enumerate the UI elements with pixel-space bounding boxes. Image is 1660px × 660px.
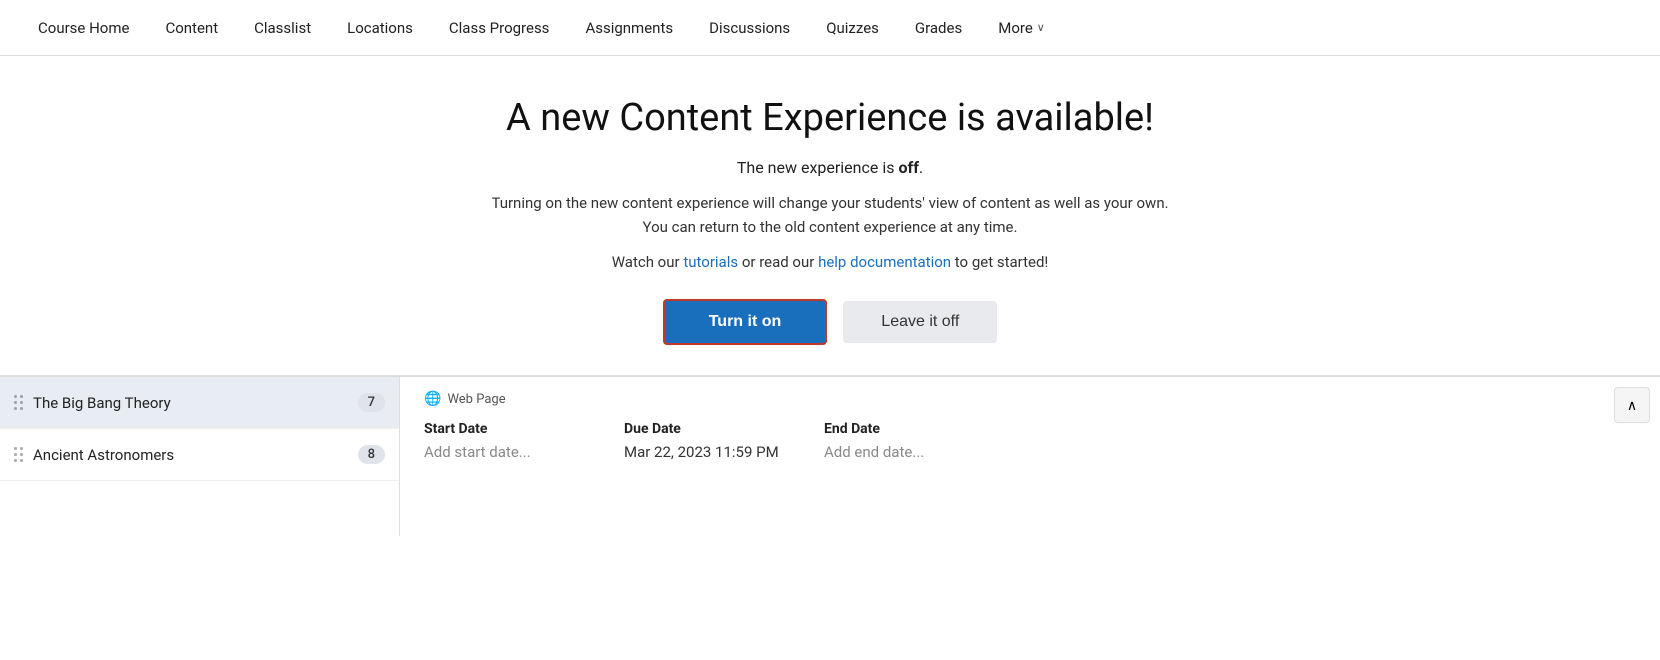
banner-title: A new Content Experience is available! [506, 96, 1154, 140]
content-detail-pane: 🌐 Web Page Start Date Add start date... … [400, 377, 1660, 536]
dates-row: Start Date Add start date... Due Date Ma… [424, 421, 1636, 461]
tutorials-link[interactable]: tutorials [683, 253, 738, 271]
sidebar-item-name: The Big Bang Theory [33, 394, 348, 412]
nav-class-progress[interactable]: Class Progress [431, 0, 568, 56]
chevron-down-icon: ∨ [1037, 21, 1045, 34]
banner-status-suffix: . [919, 158, 923, 177]
banner-status-prefix: The new experience is [737, 158, 899, 177]
collapse-panel-button[interactable]: ∧ [1614, 387, 1650, 423]
help-documentation-link[interactable]: help documentation [818, 253, 951, 271]
banner-links: Watch our tutorials or read our help doc… [612, 253, 1049, 271]
end-date-col: End Date Add end date... [824, 421, 1024, 461]
sidebar-item-badge: 8 [358, 445, 385, 464]
sidebar-item-name: Ancient Astronomers [33, 446, 348, 464]
end-date-value[interactable]: Add end date... [824, 443, 1024, 461]
start-date-col: Start Date Add start date... [424, 421, 624, 461]
drag-handle-icon[interactable] [14, 395, 23, 410]
turn-it-on-button[interactable]: Turn it on [663, 299, 828, 345]
end-date-label: End Date [824, 421, 1024, 437]
links-suffix: to get started! [951, 253, 1048, 271]
content-type-label: Web Page [447, 392, 505, 407]
due-date-col: Due Date Mar 22, 2023 11:59 PM [624, 421, 824, 461]
start-date-value[interactable]: Add start date... [424, 443, 624, 461]
banner-buttons: Turn it on Leave it off [663, 299, 998, 345]
nav-course-home[interactable]: Course Home [20, 0, 147, 56]
banner-description: Turning on the new content experience wi… [490, 191, 1170, 239]
chevron-up-icon: ∧ [1627, 397, 1637, 414]
list-item[interactable]: The Big Bang Theory 7 [0, 377, 399, 429]
nav-more[interactable]: More ∨ [980, 0, 1063, 56]
nav-content[interactable]: Content [147, 0, 236, 56]
start-date-label: Start Date [424, 421, 624, 437]
sidebar-item-badge: 7 [358, 393, 385, 412]
list-item[interactable]: Ancient Astronomers 8 [0, 429, 399, 481]
banner-status: The new experience is off. [737, 158, 923, 177]
nav-more-label: More [998, 19, 1033, 37]
links-middle: or read our [738, 253, 818, 271]
nav-discussions[interactable]: Discussions [691, 0, 808, 56]
nav-quizzes[interactable]: Quizzes [808, 0, 897, 56]
due-date-label: Due Date [624, 421, 824, 437]
content-type: 🌐 Web Page [424, 391, 1636, 407]
content-experience-banner: A new Content Experience is available! T… [0, 56, 1660, 376]
banner-status-value: off [898, 158, 918, 177]
due-date-value[interactable]: Mar 22, 2023 11:59 PM [624, 443, 824, 461]
top-navigation: Course Home Content Classlist Locations … [0, 0, 1660, 56]
nav-grades[interactable]: Grades [897, 0, 980, 56]
leave-it-off-button[interactable]: Leave it off [843, 301, 997, 343]
links-prefix: Watch our [612, 253, 684, 271]
nav-locations[interactable]: Locations [329, 0, 431, 56]
nav-assignments[interactable]: Assignments [567, 0, 691, 56]
bottom-content-area: The Big Bang Theory 7 Ancient Astronomer… [0, 376, 1660, 536]
nav-classlist[interactable]: Classlist [236, 0, 329, 56]
main-content: A new Content Experience is available! T… [0, 56, 1660, 536]
globe-icon: 🌐 [424, 391, 441, 407]
course-sidebar: The Big Bang Theory 7 Ancient Astronomer… [0, 377, 400, 536]
drag-handle-icon[interactable] [14, 447, 23, 462]
